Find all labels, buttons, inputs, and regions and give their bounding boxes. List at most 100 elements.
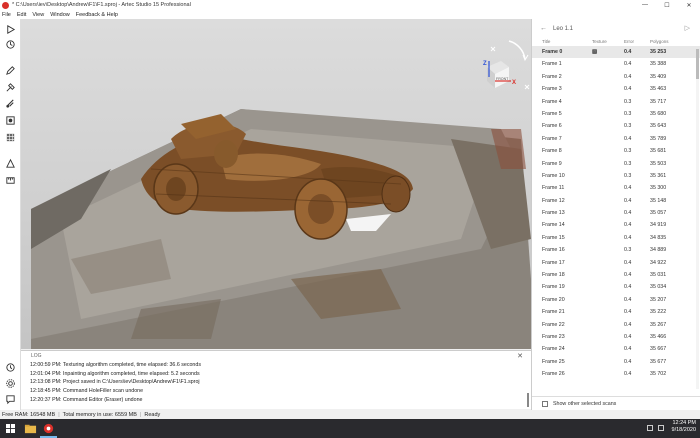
- frame-row[interactable]: Frame 2 0.4 35 409: [532, 71, 700, 83]
- frame-row[interactable]: Frame 14 0.4 34 919: [532, 219, 700, 231]
- column-headers: Title Texture Error Polygons: [532, 38, 700, 46]
- title-bar: * C:\Users\iev\Desktop\Andrew\F1\F1.spro…: [0, 0, 700, 10]
- frame-name: Frame 2: [542, 73, 562, 80]
- frame-name: Frame 16: [542, 247, 565, 254]
- frame-row[interactable]: Frame 17 0.4 34 922: [532, 257, 700, 269]
- frame-row[interactable]: Frame 0 ▧ 0.4 35 253: [532, 46, 700, 59]
- frame-error: 0.4: [624, 296, 632, 303]
- menu-view[interactable]: View: [32, 12, 44, 18]
- frame-row[interactable]: Frame 3 0.4 35 463: [532, 83, 700, 95]
- frame-row[interactable]: Frame 10 0.3 35 361: [532, 170, 700, 182]
- frame-name: Frame 11: [542, 185, 565, 192]
- play-icon[interactable]: [4, 23, 17, 35]
- frame-row[interactable]: Frame 20 0.4 35 207: [532, 294, 700, 306]
- clock-date: 9/18/2020: [671, 427, 696, 433]
- close-icon[interactable]: ✕: [517, 352, 523, 360]
- frame-row[interactable]: Frame 24 0.4 35 667: [532, 343, 700, 355]
- frame-row[interactable]: Frame 21 0.4 35 222: [532, 306, 700, 318]
- pencil-icon[interactable]: [4, 64, 17, 76]
- measure-icon[interactable]: [4, 157, 17, 169]
- column-texture[interactable]: Texture: [592, 39, 607, 44]
- autopilot-icon[interactable]: [4, 38, 17, 50]
- clock-time: 12:24 PM: [672, 420, 696, 426]
- chat-icon[interactable]: [4, 393, 17, 405]
- texture-icon[interactable]: [4, 131, 17, 143]
- window-controls: — ☐ ✕: [634, 0, 700, 10]
- frame-polygons: 35 643: [650, 123, 667, 130]
- artec-studio-taskbar-icon[interactable]: [42, 422, 55, 435]
- ruler-icon[interactable]: [4, 174, 17, 186]
- register-icon[interactable]: [4, 114, 17, 126]
- frame-row[interactable]: Frame 22 0.4 35 267: [532, 319, 700, 331]
- frame-row[interactable]: Frame 15 0.4 34 835: [532, 232, 700, 244]
- frame-error: 0.4: [624, 210, 632, 217]
- play-icon[interactable]: ▷: [685, 24, 690, 32]
- navigation-cube[interactable]: Z X FRONT: [473, 37, 531, 97]
- left-toolbar: [0, 19, 21, 411]
- frame-row[interactable]: Frame 23 0.4 35 466: [532, 331, 700, 343]
- network-icon[interactable]: [647, 425, 653, 431]
- back-arrow-icon[interactable]: ←: [540, 25, 547, 32]
- menu-feedback-help[interactable]: Feedback & Help: [76, 12, 118, 18]
- menu-edit[interactable]: Edit: [17, 12, 26, 18]
- column-title[interactable]: Title: [542, 39, 550, 44]
- frame-error: 0.4: [624, 49, 632, 55]
- frame-row[interactable]: Frame 8 0.3 35 681: [532, 145, 700, 157]
- frame-row[interactable]: Frame 12 0.4 35 148: [532, 195, 700, 207]
- 3d-viewport[interactable]: Z X FRONT: [21, 19, 531, 349]
- frame-polygons: 35 503: [650, 160, 667, 167]
- fix-icon[interactable]: [4, 97, 17, 109]
- column-error[interactable]: Error: [624, 39, 634, 44]
- log-line: 12:01:04 PM: Inpainting algorithm comple…: [30, 370, 200, 377]
- frame-row[interactable]: Frame 16 0.3 34 889: [532, 244, 700, 256]
- frame-polygons: 34 919: [650, 222, 667, 229]
- panel-header: ← Leo 1.1 ▷: [532, 19, 700, 38]
- minimize-button[interactable]: —: [634, 0, 656, 10]
- frame-row[interactable]: Frame 6 0.3 35 643: [532, 120, 700, 132]
- frame-polygons: 35 681: [650, 148, 667, 155]
- frame-list: Frame 0 ▧ 0.4 35 253 Frame 1 0.4 35 388 Frame 2…: [532, 46, 700, 381]
- log-title: LOG: [31, 353, 42, 359]
- menu-window[interactable]: Window: [50, 12, 70, 18]
- history-icon[interactable]: [4, 361, 17, 373]
- scrollbar-thumb[interactable]: [696, 49, 699, 79]
- frame-name: Frame 8: [542, 148, 562, 155]
- menu-bar: File Edit View Window Feedback & Help: [0, 10, 700, 19]
- frame-row[interactable]: Frame 13 0.4 35 057: [532, 207, 700, 219]
- frame-row[interactable]: Frame 9 0.3 35 503: [532, 158, 700, 170]
- log-header: LOG ✕: [21, 351, 531, 361]
- scan-title: Leo 1.1: [553, 25, 574, 32]
- navcube-face-label: FRONT: [496, 77, 509, 81]
- windows-taskbar: 12:24 PM 9/18/2020: [0, 419, 700, 438]
- frame-name: Frame 10: [542, 172, 565, 179]
- scan-model[interactable]: [21, 19, 531, 349]
- volume-icon[interactable]: [658, 425, 664, 431]
- frame-error: 0.3: [624, 160, 632, 167]
- tools-icon[interactable]: [4, 81, 17, 93]
- frame-row[interactable]: Frame 25 0.4 35 677: [532, 356, 700, 368]
- frame-list-scrollbar[interactable]: [696, 49, 699, 389]
- frame-row[interactable]: Frame 7 0.4 35 789: [532, 133, 700, 145]
- log-scrollbar[interactable]: [527, 393, 529, 407]
- frame-row[interactable]: Frame 5 0.3 35 680: [532, 108, 700, 120]
- frame-row[interactable]: Frame 4 0.3 35 717: [532, 96, 700, 108]
- show-other-scans-checkbox[interactable]: [542, 400, 548, 407]
- log-panel: LOG ✕ 12:00:59 PM: Texturing algorithm c…: [21, 350, 531, 409]
- frame-polygons: 35 207: [650, 296, 667, 303]
- settings-icon[interactable]: [4, 377, 17, 389]
- windows-start-icon[interactable]: [6, 424, 15, 433]
- frame-row[interactable]: Frame 19 0.4 35 034: [532, 281, 700, 293]
- frame-error: 0.4: [624, 222, 632, 229]
- frame-row[interactable]: Frame 18 0.4 35 031: [532, 269, 700, 281]
- maximize-button[interactable]: ☐: [656, 0, 678, 10]
- frame-polygons: 35 267: [650, 321, 667, 328]
- frame-row[interactable]: Frame 11 0.4 35 300: [532, 182, 700, 194]
- frame-row[interactable]: Frame 26 0.4 35 702: [532, 368, 700, 380]
- frame-row[interactable]: Frame 1 0.4 35 388: [532, 58, 700, 70]
- column-polygons[interactable]: Polygons: [650, 39, 669, 44]
- clock[interactable]: 12:24 PM 9/18/2020: [672, 420, 696, 434]
- frame-error: 0.3: [624, 110, 632, 117]
- file-explorer-icon[interactable]: [24, 422, 37, 435]
- close-button[interactable]: ✕: [678, 0, 700, 10]
- menu-file[interactable]: File: [2, 12, 11, 18]
